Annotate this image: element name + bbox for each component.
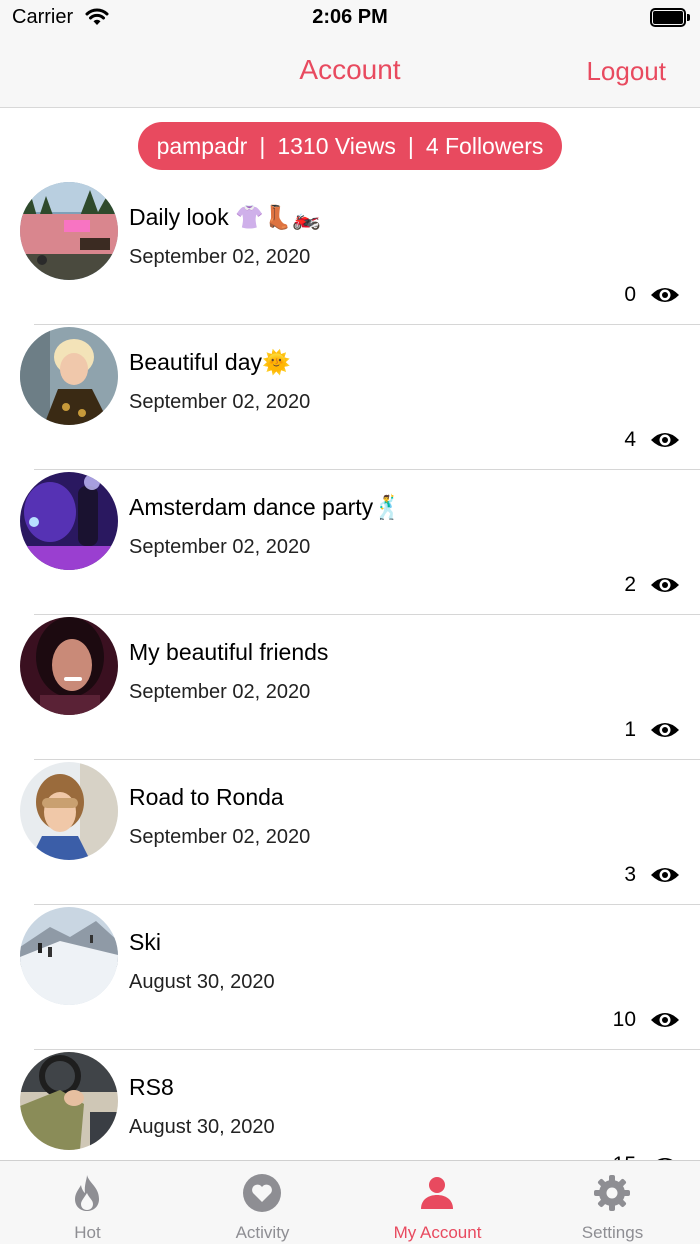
post-date: September 02, 2020 <box>129 681 311 703</box>
post-thumbnail <box>20 617 118 715</box>
stats-separator: | <box>407 132 414 159</box>
flame-icon <box>75 1175 99 1211</box>
eye-icon <box>651 1013 679 1027</box>
eye-icon <box>651 868 679 882</box>
post-date: August 30, 2020 <box>129 971 275 993</box>
eye-icon <box>651 578 679 592</box>
list-item[interactable]: Amsterdam dance party🕺 September 02, 202… <box>0 470 700 615</box>
views-count: 1310 Views <box>277 132 396 159</box>
post-date: September 02, 2020 <box>129 536 311 558</box>
post-thumbnail <box>20 907 118 1005</box>
view-count: 4 <box>624 428 636 451</box>
view-count: 15 <box>613 1153 636 1160</box>
eye-icon <box>651 433 679 447</box>
tab-label: My Account <box>393 1223 482 1242</box>
list-item[interactable]: Daily look 👚👢🏍️ September 02, 2020 0 <box>0 180 700 325</box>
battery-icon <box>650 8 690 27</box>
post-thumbnail <box>20 182 118 280</box>
profile-stats-badge: pampadr | 1310 Views | 4 Followers <box>138 122 562 170</box>
post-thumbnail <box>20 472 118 570</box>
stats-separator: | <box>259 132 266 159</box>
heart-icon <box>243 1174 281 1212</box>
list-item[interactable]: RS8 August 30, 2020 15 <box>0 1050 700 1160</box>
tab-activity[interactable]: Activity <box>175 1161 350 1244</box>
view-count: 10 <box>612 1008 636 1031</box>
list-item[interactable]: Beautiful day🌞 September 02, 2020 4 <box>0 325 700 470</box>
person-icon <box>421 1177 453 1209</box>
tab-bar: Hot Activity My Account Settings <box>0 1160 700 1244</box>
list-item[interactable]: My beautiful friends September 02, 2020 … <box>0 615 700 760</box>
post-thumbnail <box>20 327 118 425</box>
eye-icon <box>651 288 679 302</box>
logout-button[interactable]: Logout <box>586 56 666 87</box>
tab-my-account[interactable]: My Account <box>350 1161 525 1244</box>
followers-count: 4 Followers <box>425 132 544 159</box>
tab-label: Activity <box>235 1223 290 1242</box>
username-label: pampadr <box>156 132 248 159</box>
post-list[interactable]: Daily look 👚👢🏍️ September 02, 2020 0 Bea… <box>0 180 700 1160</box>
view-count: 3 <box>624 863 636 886</box>
list-item[interactable]: Ski August 30, 2020 10 <box>0 905 700 1050</box>
view-count: 2 <box>624 573 636 596</box>
post-date: September 02, 2020 <box>129 246 311 268</box>
post-title: Beautiful day🌞 <box>129 349 291 375</box>
post-date: August 30, 2020 <box>129 1116 275 1138</box>
post-thumbnail <box>20 762 118 860</box>
post-thumbnail <box>20 1052 118 1150</box>
tab-label: Settings <box>581 1223 644 1242</box>
post-title: Amsterdam dance party🕺 <box>129 494 402 520</box>
post-title: My beautiful friends <box>129 639 329 665</box>
post-title: RS8 <box>129 1074 174 1100</box>
tab-settings[interactable]: Settings <box>525 1161 700 1244</box>
gear-icon <box>594 1175 630 1211</box>
view-count: 1 <box>624 718 636 741</box>
post-date: September 02, 2020 <box>129 826 311 848</box>
post-title: Road to Ronda <box>129 784 284 810</box>
tab-hot[interactable]: Hot <box>0 1161 175 1244</box>
tab-label: Hot <box>74 1223 101 1242</box>
status-time: 2:06 PM <box>312 6 388 28</box>
post-title: Daily look 👚👢🏍️ <box>129 204 322 230</box>
eye-icon <box>651 723 679 737</box>
post-title: Ski <box>129 929 161 955</box>
list-item[interactable]: Road to Ronda September 02, 2020 3 <box>0 760 700 905</box>
navigation-bar: Account Logout <box>0 36 700 108</box>
status-bar: Carrier 2:06 PM <box>0 0 700 36</box>
view-count: 0 <box>624 283 636 306</box>
post-date: September 02, 2020 <box>129 391 311 413</box>
